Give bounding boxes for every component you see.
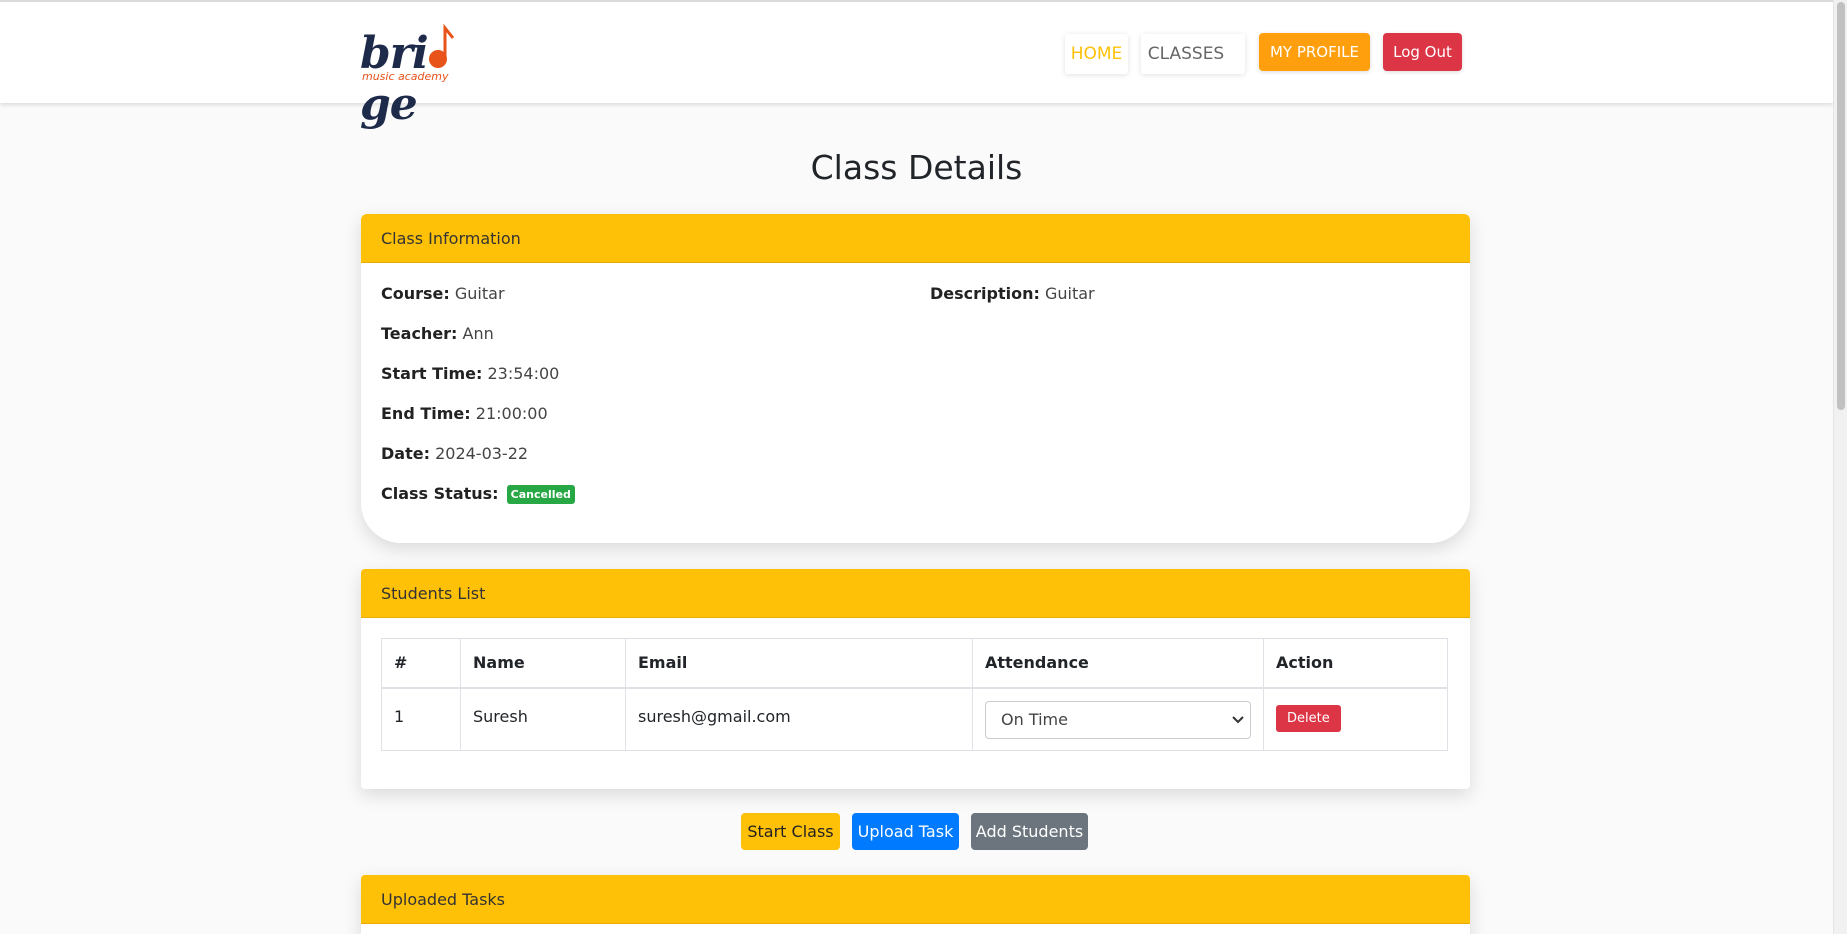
- chevron-down-icon: [1232, 715, 1244, 723]
- date-value: 2024-03-22: [435, 444, 529, 463]
- end-time-field: End Time: 21:00:00: [381, 404, 548, 423]
- description-label: Description:: [930, 284, 1040, 303]
- table-row: 1 Suresh suresh@gmail.com On Time Delete: [381, 687, 1448, 751]
- upload-task-button[interactable]: Upload Task: [852, 813, 959, 850]
- logout-button[interactable]: Log Out: [1383, 33, 1462, 71]
- attendance-cell: On Time: [972, 687, 1264, 751]
- column-header-name: Name: [460, 638, 626, 689]
- add-students-button[interactable]: Add Students: [971, 813, 1088, 850]
- student-email: suresh@gmail.com: [625, 687, 973, 751]
- column-header-email: Email: [625, 638, 973, 689]
- uploaded-tasks-card: Uploaded Tasks: [361, 875, 1470, 934]
- nav-classes-link[interactable]: CLASSES: [1141, 34, 1245, 74]
- description-value: Guitar: [1044, 284, 1095, 303]
- end-time-label: End Time:: [381, 404, 471, 423]
- teacher-label: Teacher:: [381, 324, 458, 343]
- column-header-attendance: Attendance: [972, 638, 1264, 689]
- teacher-field: Teacher: Ann: [381, 324, 494, 343]
- column-header-number: #: [381, 638, 461, 689]
- class-information-card: Class Information Course: Guitar Descrip…: [361, 214, 1470, 543]
- student-number: 1: [381, 687, 461, 751]
- my-profile-button[interactable]: MY PROFILE: [1259, 33, 1370, 71]
- nav-home-link[interactable]: HOME: [1065, 34, 1128, 74]
- page-title: Class Details: [810, 148, 1023, 187]
- students-list-header: Students List: [361, 569, 1470, 618]
- course-field: Course: Guitar: [381, 284, 505, 303]
- attendance-selected-value: On Time: [1001, 710, 1068, 729]
- table-header-row: # Name Email Attendance Action: [381, 638, 1448, 689]
- start-time-label: Start Time:: [381, 364, 483, 383]
- delete-student-button[interactable]: Delete: [1276, 704, 1341, 732]
- status-badge: Cancelled: [506, 485, 575, 504]
- class-information-header: Class Information: [361, 214, 1470, 263]
- class-status-label: Class Status:: [381, 484, 499, 503]
- attendance-select[interactable]: On Time: [985, 700, 1251, 739]
- start-class-button[interactable]: Start Class: [741, 813, 840, 850]
- date-label: Date:: [381, 444, 430, 463]
- date-field: Date: 2024-03-22: [381, 444, 528, 463]
- description-field: Description: Guitar: [930, 284, 1095, 303]
- students-list-card: Students List # Name Email Attendance Ac…: [361, 569, 1470, 789]
- column-header-action: Action: [1263, 638, 1448, 689]
- student-name: Suresh: [460, 687, 626, 751]
- logo-subtitle: music academy: [362, 70, 449, 83]
- students-table: # Name Email Attendance Action 1 Suresh …: [381, 638, 1448, 751]
- end-time-value: 21:00:00: [475, 404, 548, 423]
- scrollbar-thumb[interactable]: [1837, 2, 1845, 410]
- teacher-value: Ann: [462, 324, 494, 343]
- music-note-icon: [429, 24, 454, 68]
- uploaded-tasks-header: Uploaded Tasks: [361, 875, 1470, 924]
- page-scrollbar[interactable]: [1833, 0, 1847, 934]
- bridge-logo[interactable]: brige music academy: [360, 24, 488, 130]
- class-status-field: Class Status: Cancelled: [381, 484, 575, 504]
- course-label: Course:: [381, 284, 450, 303]
- start-time-field: Start Time: 23:54:00: [381, 364, 559, 383]
- action-cell: Delete: [1263, 687, 1448, 751]
- start-time-value: 23:54:00: [487, 364, 560, 383]
- navbar: brige music academy HOME CLASSES MY PROF…: [0, 2, 1833, 130]
- course-value: Guitar: [454, 284, 505, 303]
